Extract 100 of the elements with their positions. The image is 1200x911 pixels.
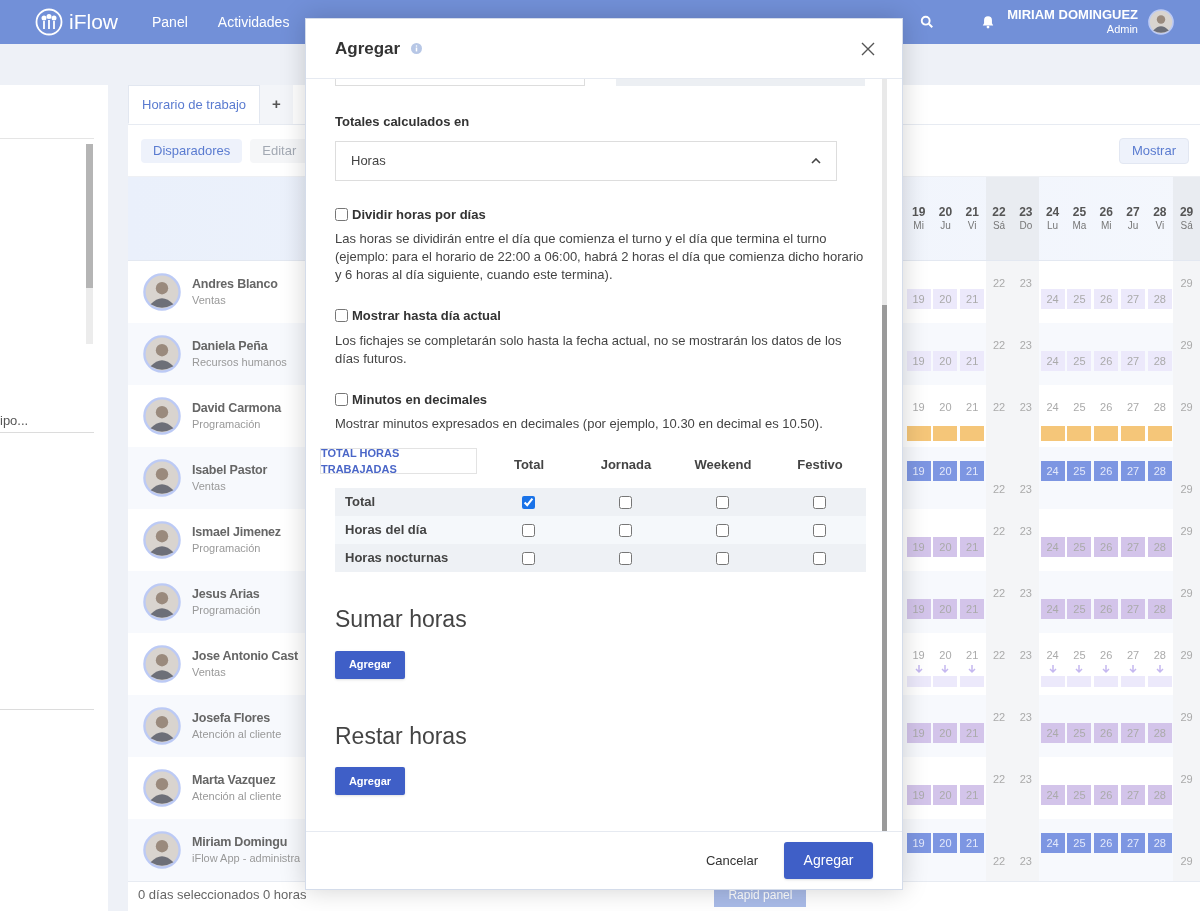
- shift-block: 19: [906, 351, 931, 371]
- scrollbar-thumb[interactable]: [86, 144, 93, 288]
- shift-block: 24: [1040, 537, 1065, 557]
- shift-block: 19: [906, 723, 931, 743]
- nav-link[interactable]: Actividades: [217, 0, 290, 45]
- shift-block: 20: [933, 785, 958, 805]
- shift-block: [1094, 425, 1119, 441]
- submit-button[interactable]: Agregar: [784, 842, 873, 879]
- day-number: 22: [992, 854, 1006, 869]
- day-number: 29: [1180, 710, 1193, 725]
- down-arrow-icon: [1047, 663, 1058, 674]
- shift-block: [960, 425, 985, 441]
- day-number: 21: [965, 204, 979, 219]
- checkbox[interactable]: [618, 495, 632, 509]
- shift-block: 20: [933, 461, 958, 481]
- shift-block: 20: [933, 833, 958, 853]
- day-number: 29: [1180, 524, 1193, 539]
- employee-name: Isabel Pastor: [192, 462, 268, 478]
- add-button[interactable]: Agregar: [335, 767, 405, 795]
- day-number: 22: [992, 524, 1006, 539]
- scrollbar-thumb[interactable]: [882, 305, 887, 831]
- checkbox[interactable]: [618, 523, 632, 537]
- checkbox[interactable]: [335, 207, 348, 221]
- tab[interactable]: +: [260, 85, 293, 124]
- field-label: Totales calculados en: [335, 113, 471, 131]
- checkbox[interactable]: [715, 495, 729, 509]
- day-number: 19: [911, 204, 926, 219]
- shift-block: 21: [960, 785, 985, 805]
- tab[interactable]: Horario de trabajo: [128, 85, 261, 124]
- avatar: [143, 459, 181, 497]
- checkbox[interactable]: [812, 551, 826, 565]
- bell-icon[interactable]: [981, 15, 996, 29]
- shift-block: [1040, 425, 1065, 441]
- nav-link[interactable]: Panel: [152, 0, 188, 45]
- shift-block: 20: [933, 537, 958, 557]
- add-button[interactable]: Agregar: [335, 650, 405, 679]
- avatar: [143, 335, 181, 373]
- employee-name: Daniela Peña: [192, 338, 269, 354]
- shift-block: 25: [1067, 537, 1092, 557]
- checkbox[interactable]: [715, 551, 729, 565]
- checkbox[interactable]: [812, 495, 826, 509]
- employee-department: Atención al cliente: [192, 789, 282, 804]
- down-arrow-icon: [1128, 663, 1138, 674]
- shift-block: 27: [1121, 785, 1145, 805]
- avatar: [143, 273, 181, 311]
- day-number: 23: [1019, 586, 1032, 601]
- avatar: [143, 645, 181, 683]
- day-number: 23: [1019, 772, 1032, 787]
- shift-block: 21: [960, 833, 985, 853]
- shift-block: 26: [1094, 289, 1119, 309]
- shift-block: 25: [1067, 461, 1092, 481]
- weekday-label: Do: [1019, 218, 1033, 233]
- units-select[interactable]: Horas: [335, 140, 837, 181]
- avatar: [143, 583, 181, 621]
- shift-block: 24: [1040, 351, 1065, 371]
- show-button[interactable]: Mostrar: [1118, 137, 1189, 164]
- shift-block: 25: [1067, 723, 1092, 743]
- day-number: 24: [1046, 400, 1059, 415]
- checkbox[interactable]: [812, 523, 826, 537]
- weekday-label: Sá: [992, 218, 1006, 233]
- day-number: 22: [992, 400, 1006, 415]
- checkbox[interactable]: [521, 523, 535, 537]
- shift-block: 28: [1147, 833, 1172, 853]
- logo-text: iFlow: [69, 9, 119, 36]
- checkbox-label: Minutos en decimales: [352, 390, 488, 409]
- checkbox[interactable]: [521, 551, 535, 565]
- shift-block: 25: [1067, 785, 1092, 805]
- close-icon[interactable]: [861, 41, 875, 56]
- shift-block: [933, 425, 958, 441]
- shift-block: 27: [1121, 461, 1145, 481]
- day-number: 23: [1019, 710, 1032, 725]
- avatar: [143, 397, 181, 435]
- day-number: 24: [1045, 204, 1060, 219]
- shift-block: 21: [960, 351, 985, 371]
- section-heading: Restar horas: [335, 721, 468, 751]
- cancel-button[interactable]: Cancelar: [705, 850, 758, 871]
- day-number: 29: [1180, 772, 1193, 787]
- shift-block: 20: [933, 723, 958, 743]
- shift-block: 20: [933, 599, 958, 619]
- checkbox[interactable]: [335, 392, 348, 406]
- checkbox[interactable]: [618, 551, 632, 565]
- checkbox[interactable]: [521, 495, 535, 509]
- section-tab[interactable]: TOTAL HORAS TRABAJADAS: [320, 448, 477, 474]
- option-description: Las horas se dividirán entre el día que comienza el turno y el día que termina el turno (ejemplo: para el horario de 22:00 a 06:00, habrá 2 horas el día que comienza dicho horario y 6 horas al día siguiente, cuando este termina).: [335, 230, 865, 284]
- checkbox[interactable]: [335, 309, 348, 323]
- day-number: 19: [912, 648, 925, 663]
- shift-block: 27: [1121, 537, 1145, 557]
- action-button[interactable]: Disparadores: [141, 138, 243, 163]
- checkbox[interactable]: [715, 523, 729, 537]
- day-number: 29: [1180, 276, 1193, 291]
- day-number: 29: [1180, 400, 1193, 415]
- weekday-label: Sá: [1180, 218, 1193, 233]
- day-number: 22: [992, 482, 1006, 497]
- shift-block: 26: [1094, 785, 1119, 805]
- day-number: 22: [992, 276, 1006, 291]
- search-icon[interactable]: [920, 15, 935, 29]
- day-number: 29: [1179, 204, 1194, 219]
- shift-block: 19: [906, 537, 931, 557]
- shift-block: 24: [1040, 289, 1065, 309]
- shift-block: 21: [960, 723, 985, 743]
